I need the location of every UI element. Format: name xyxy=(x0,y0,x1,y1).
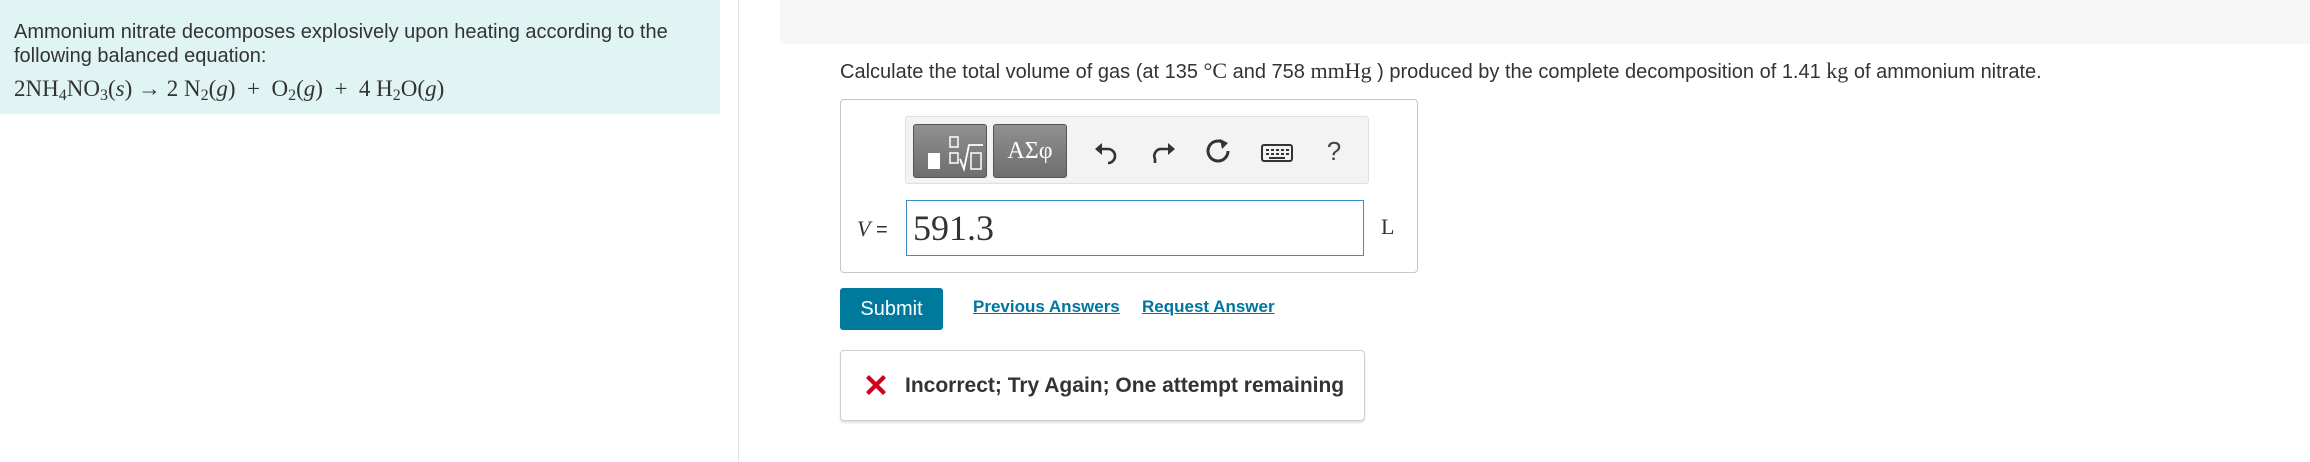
reset-icon[interactable] xyxy=(1204,137,1232,165)
eq-sub: 2 xyxy=(200,87,209,104)
panel-divider xyxy=(738,0,739,462)
balanced-equation: 2NH4NO3(s) → 2 N2(g) + O2(g) + 4 H2O(g) xyxy=(14,76,445,104)
feedback-box: Incorrect; Try Again; One attempt remain… xyxy=(840,350,1365,421)
unit-mmhg: mmHg xyxy=(1310,58,1372,83)
templates-icon xyxy=(928,136,983,173)
eq-state: g xyxy=(303,76,316,101)
question-part: of ammonium nitrate. xyxy=(1848,61,2042,83)
problem-intro-text: Ammonium nitrate decomposes explosively … xyxy=(14,21,668,67)
redo-icon[interactable] xyxy=(1150,137,1178,165)
symbols-button[interactable]: ΑΣφ xyxy=(993,124,1067,178)
incorrect-x-icon xyxy=(866,375,886,395)
eq-sub: 2 xyxy=(288,87,297,104)
question-text: Calculate the total volume of gas (at 13… xyxy=(840,58,2042,84)
eq-product-3-after: O xyxy=(400,76,418,101)
keyboard-icon[interactable] xyxy=(1260,137,1294,165)
unit-kg: kg xyxy=(1826,58,1849,83)
variable-label: V = xyxy=(857,216,888,242)
question-part: ) produced by the complete decomposition… xyxy=(1371,61,1827,83)
undo-icon[interactable] xyxy=(1092,137,1120,165)
request-answer-link[interactable]: Request Answer xyxy=(1142,297,1275,317)
question-part: and 758 xyxy=(1227,61,1311,83)
eq-product-1: 2 N xyxy=(166,76,201,101)
eq-plus: + xyxy=(334,76,348,101)
eq-sub: 4 xyxy=(58,87,67,104)
eq-reactant: 2NH xyxy=(14,76,59,101)
eq-reactant-mid: NO xyxy=(66,76,100,101)
answer-input[interactable]: 591.3 xyxy=(906,200,1364,256)
eq-arrow: → xyxy=(138,76,162,101)
answer-box: ΑΣφ ? V = 591.3 L xyxy=(840,99,1418,273)
variable-symbol: V xyxy=(857,216,871,241)
eq-sub: 3 xyxy=(99,87,108,104)
question-part: Calculate the total volume of gas (at 13… xyxy=(840,61,1204,83)
eq-state: g xyxy=(216,76,228,101)
eq-plus: + xyxy=(246,76,260,101)
eq-sub: 2 xyxy=(392,87,401,104)
eq-state: s xyxy=(115,76,125,101)
feedback-message: Incorrect; Try Again; One attempt remain… xyxy=(905,374,1345,397)
help-button[interactable]: ? xyxy=(1320,137,1348,165)
answer-unit: L xyxy=(1381,214,1395,239)
previous-answers-link[interactable]: Previous Answers xyxy=(973,297,1120,317)
submit-button[interactable]: Submit xyxy=(840,288,943,330)
math-toolbar: ΑΣφ ? xyxy=(905,116,1369,184)
equals-sign: = xyxy=(870,219,888,241)
eq-state: g xyxy=(425,76,437,101)
eq-product-3: 4 H xyxy=(358,76,393,101)
problem-intro-panel: Ammonium nitrate decomposes explosively … xyxy=(0,0,720,114)
part-header-strip xyxy=(780,0,2310,44)
templates-button[interactable] xyxy=(913,124,987,178)
unit-celsius: °C xyxy=(1203,58,1228,83)
eq-product-2: O xyxy=(271,76,289,101)
